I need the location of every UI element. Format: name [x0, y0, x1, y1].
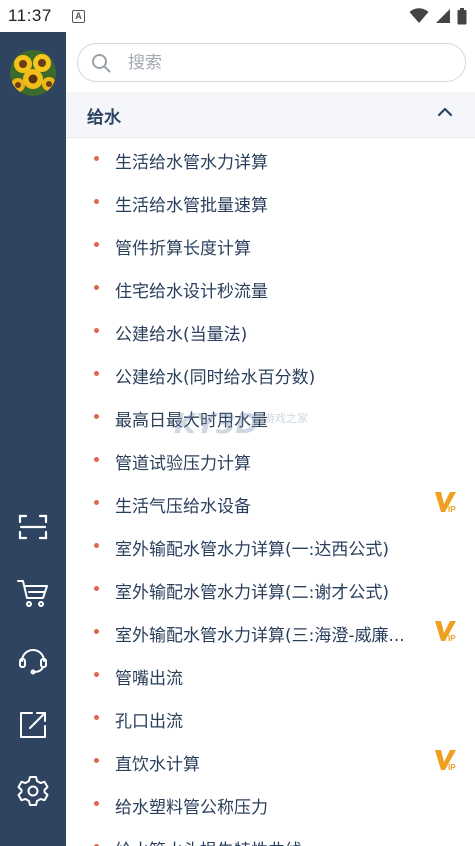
- bullet-dot: [94, 543, 99, 548]
- vip-badge-icon: IP: [435, 621, 456, 643]
- list-item-label: 生活气压给水设备: [115, 497, 251, 517]
- list-item[interactable]: 管道试验压力计算: [66, 439, 475, 482]
- list-item-label: 管道试验压力计算: [115, 454, 251, 474]
- list-item[interactable]: 生活给水管批量速算: [66, 181, 475, 224]
- svg-text:IP: IP: [448, 634, 456, 643]
- list-item[interactable]: 给水塑料管公称压力: [66, 783, 475, 826]
- bullet-dot: [94, 156, 99, 161]
- list-item[interactable]: 最高日最大时用水量: [66, 396, 475, 439]
- status-icons: [409, 6, 467, 26]
- notification-icon: A: [72, 10, 85, 23]
- sunflower-avatar-image: [10, 50, 56, 96]
- list-item[interactable]: 管件折算长度计算: [66, 224, 475, 267]
- list-item-label: 室外输配水管水力详算(二:谢才公式): [115, 583, 389, 603]
- avatar[interactable]: [10, 50, 56, 96]
- list-item[interactable]: 给水管水头损失特性曲线: [66, 826, 475, 846]
- list-item[interactable]: 室外输配水管水力详算(二:谢才公式): [66, 568, 475, 611]
- cart-icon: [17, 580, 48, 607]
- list-item-label: 管件折算长度计算: [115, 239, 251, 259]
- list-item[interactable]: 室外输配水管水力详算(三:海澄-威廉... IP: [66, 611, 475, 654]
- list-item-label: 直饮水计算: [115, 755, 200, 775]
- scan-button[interactable]: [13, 507, 53, 547]
- support-headset-icon: [19, 649, 47, 675]
- list-item[interactable]: 公建给水(当量法): [66, 310, 475, 353]
- list-item-label: 生活给水管批量速算: [115, 196, 268, 216]
- bullet-dot: [94, 371, 99, 376]
- bullet-dot: [94, 629, 99, 634]
- list-item[interactable]: 生活气压给水设备 IP: [66, 482, 475, 525]
- scan-icon: [18, 514, 48, 540]
- search-icon: [92, 54, 111, 73]
- list-item-label: 室外输配水管水力详算(一:达西公式): [115, 540, 389, 560]
- settings-icon: [17, 776, 49, 806]
- bullet-dot: [94, 242, 99, 247]
- share-icon: [20, 712, 46, 738]
- status-bar: 11:37 A: [0, 0, 475, 32]
- settings-button[interactable]: [13, 771, 53, 811]
- bullet-dot: [94, 672, 99, 677]
- bullet-dot: [94, 500, 99, 505]
- list-item-label: 公建给水(当量法): [115, 325, 248, 345]
- list-item-label: 室外输配水管水力详算(三:海澄-威廉...: [115, 626, 405, 646]
- support-button[interactable]: [13, 639, 53, 679]
- list-item[interactable]: 生活给水管水力详算: [66, 138, 475, 181]
- cart-button[interactable]: [13, 573, 53, 613]
- svg-text:IP: IP: [448, 763, 456, 772]
- list-item-label: 给水塑料管公称压力: [115, 798, 268, 818]
- cellular-signal-icon: [436, 9, 450, 23]
- vip-badge-icon: IP: [435, 750, 456, 772]
- bullet-dot: [94, 328, 99, 333]
- battery-icon: [457, 7, 467, 24]
- sidebar: [0, 32, 66, 846]
- bullet-dot: [94, 801, 99, 806]
- list-item-label: 公建给水(同时给水百分数): [115, 368, 316, 388]
- list-item[interactable]: 公建给水(同时给水百分数): [66, 353, 475, 396]
- status-time: 11:37: [8, 6, 52, 25]
- bullet-dot: [94, 715, 99, 720]
- bullet-dot: [94, 457, 99, 462]
- section-title: 给水: [87, 108, 121, 128]
- svg-text:IP: IP: [448, 505, 456, 514]
- list-item[interactable]: 室外输配水管水力详算(一:达西公式): [66, 525, 475, 568]
- search-box[interactable]: [77, 43, 466, 82]
- list-item-label: 孔口出流: [115, 712, 183, 732]
- bullet-dot: [94, 586, 99, 591]
- list-item[interactable]: 孔口出流: [66, 697, 475, 740]
- list-item[interactable]: 住宅给水设计秒流量: [66, 267, 475, 310]
- vip-badge-icon: IP: [435, 492, 456, 514]
- list-item-label: 住宅给水设计秒流量: [115, 282, 268, 302]
- search-input[interactable]: [128, 50, 448, 76]
- wifi-icon: [409, 8, 429, 23]
- list-item-label: 生活给水管水力详算: [115, 153, 268, 173]
- share-button[interactable]: [13, 705, 53, 745]
- bullet-dot: [94, 414, 99, 419]
- bullet-dot: [94, 285, 99, 290]
- bullet-dot: [94, 758, 99, 763]
- calculator-list: 生活给水管水力详算 生活给水管批量速算 管件折算长度计算 住宅给水设计秒流量 公建给水(…: [66, 138, 475, 846]
- chevron-up-icon[interactable]: [437, 107, 453, 117]
- list-item-label: 给水管水头损失特性曲线: [115, 836, 302, 846]
- list-item-label: 管嘴出流: [115, 669, 183, 689]
- list-item[interactable]: 管嘴出流: [66, 654, 475, 697]
- section-header-water-supply[interactable]: 给水: [66, 92, 475, 138]
- list-item-label: 最高日最大时用水量: [115, 411, 268, 431]
- list-item[interactable]: 直饮水计算 IP: [66, 740, 475, 783]
- bullet-dot: [94, 199, 99, 204]
